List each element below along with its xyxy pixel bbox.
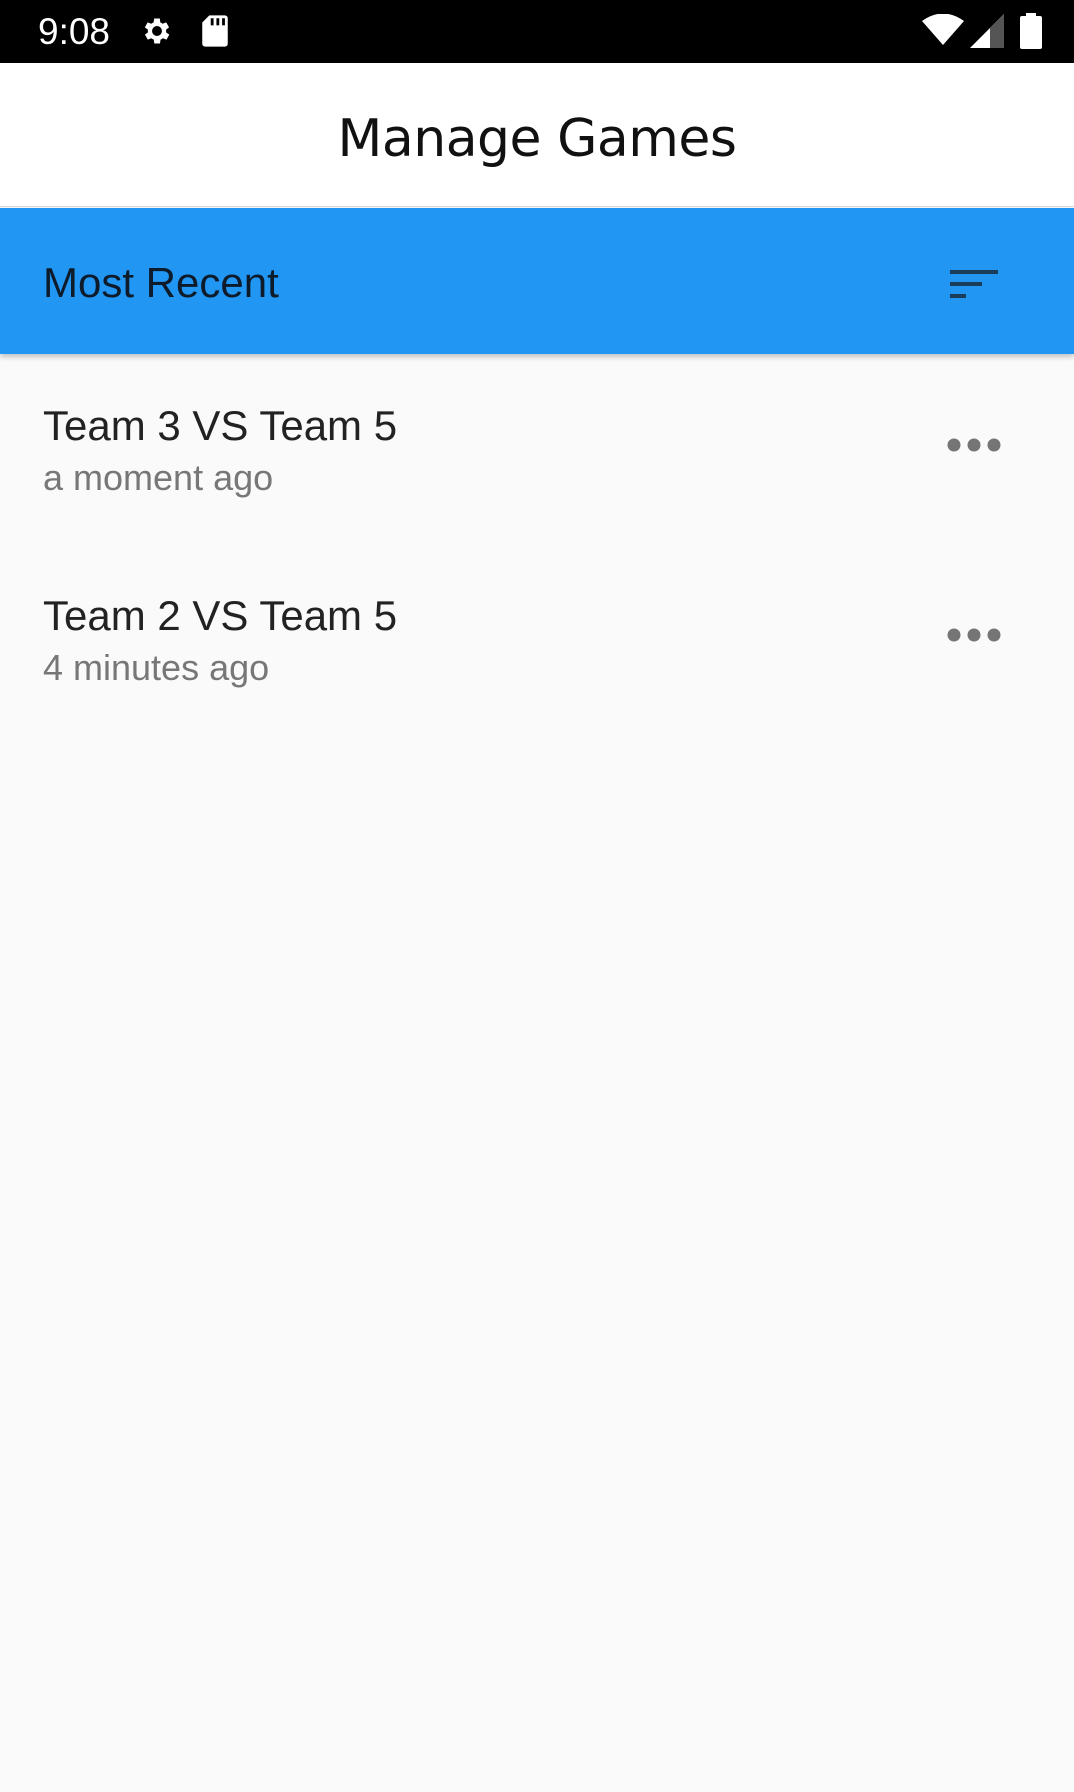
- status-bar: 9:08: [0, 0, 1074, 63]
- battery-icon: [1020, 13, 1042, 49]
- sort-icon[interactable]: [948, 264, 1000, 304]
- game-list: Team 3 VS Team 5 a moment ago Team 2 VS …: [0, 354, 1074, 734]
- cell-signal-icon: [970, 14, 1004, 48]
- list-item[interactable]: Team 3 VS Team 5 a moment ago: [0, 354, 1074, 544]
- status-time: 9:08: [38, 11, 111, 52]
- sd-card-icon: [202, 15, 228, 47]
- wifi-icon: [922, 14, 964, 45]
- gear-icon: [144, 18, 170, 44]
- sort-header: Most Recent: [0, 208, 1074, 354]
- screen: 9:08 Manage Games Most Recent Team 3 VS …: [0, 0, 1074, 1792]
- page-title: Manage Games: [337, 109, 737, 169]
- more-options-icon[interactable]: [944, 432, 1004, 458]
- game-title: Team 3 VS Team 5: [43, 402, 398, 449]
- game-title: Team 2 VS Team 5: [43, 592, 398, 639]
- app-title-bar: Manage Games: [0, 63, 1074, 207]
- sort-label: Most Recent: [43, 259, 279, 306]
- game-time: a moment ago: [43, 457, 274, 498]
- more-options-icon[interactable]: [944, 622, 1004, 648]
- list-item[interactable]: Team 2 VS Team 5 4 minutes ago: [0, 544, 1074, 734]
- game-time: 4 minutes ago: [43, 647, 270, 688]
